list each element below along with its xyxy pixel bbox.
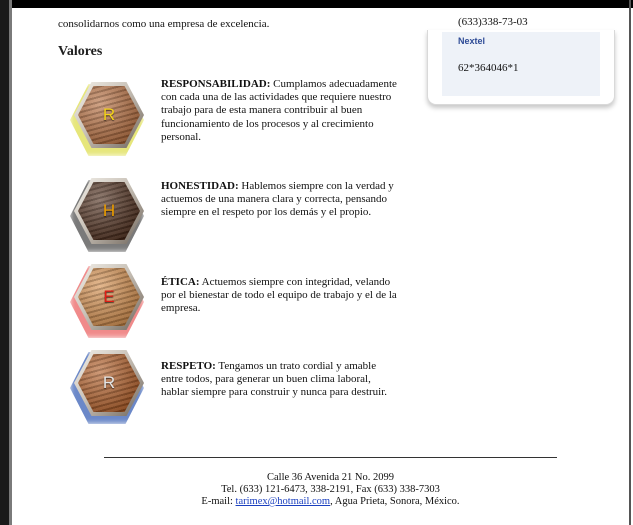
value-row-respeto: R RESPETO: Tengamos un trato cordial y a… <box>64 342 404 428</box>
window-right-border <box>629 0 631 525</box>
hexagon-badge-e-icon: E <box>64 256 150 342</box>
badge-letter: H <box>102 201 116 220</box>
section-title-valores: Valores <box>58 44 103 59</box>
footer-email-line: E-mail: tarimex@hotmail.com, Agua Prieta… <box>104 496 557 508</box>
footer-email-prefix: E-mail: <box>201 496 236 507</box>
hexagon-badge-h-icon: H <box>64 170 150 256</box>
badge-letter: R <box>102 373 116 392</box>
intro-text: consolidarnos como una empresa de excele… <box>58 18 270 30</box>
footer-phones: Tel. (633) 121-6473, 338-2191, Fax (633)… <box>221 484 440 495</box>
value-heading: HONESTIDAD: <box>161 180 239 192</box>
nextel-contact-box <box>427 30 615 105</box>
footer-street: Calle 36 Avenida 21 No. 2099 <box>267 472 394 483</box>
footer-divider <box>104 457 557 458</box>
value-row-etica: E ÉTICA: Actuemos siempre con integridad… <box>64 256 404 342</box>
email-link[interactable]: tarimex@hotmail.com <box>236 496 331 507</box>
value-row-honestidad: H HONESTIDAD: Hablemos siempre con la ve… <box>64 170 404 256</box>
window-left-border <box>0 0 9 525</box>
value-heading: RESPONSABILIDAD: <box>161 78 271 90</box>
nextel-number: 62*364046*1 <box>458 62 519 74</box>
value-description: HONESTIDAD: Hablemos siempre con la verd… <box>161 180 399 220</box>
value-description: ÉTICA: Actuemos siempre con integridad, … <box>161 276 399 316</box>
hexagon-badge-r2-icon: R <box>64 342 150 428</box>
window-left-border-inner <box>9 0 12 525</box>
hexagon-badge-r-icon: R <box>64 74 150 160</box>
phone-number: (633)338-73-03 <box>458 16 528 28</box>
value-row-responsabilidad: R RESPONSABILIDAD: Cumplamos adecuadamen… <box>64 74 404 160</box>
window-top-border <box>0 0 633 8</box>
nextel-label: Nextel <box>458 36 486 46</box>
footer-address: Calle 36 Avenida 21 No. 2099 Tel. (633) … <box>104 472 557 508</box>
value-description: RESPETO: Tengamos un trato cordial y ama… <box>161 360 399 400</box>
badge-letter: R <box>102 105 116 124</box>
value-heading: RESPETO: <box>161 360 216 372</box>
value-description: RESPONSABILIDAD: Cumplamos adecuadamente… <box>161 78 399 144</box>
footer-location: , Agua Prieta, Sonora, México. <box>330 496 460 507</box>
badge-letter: E <box>103 287 115 306</box>
value-heading: ÉTICA: <box>161 276 200 288</box>
